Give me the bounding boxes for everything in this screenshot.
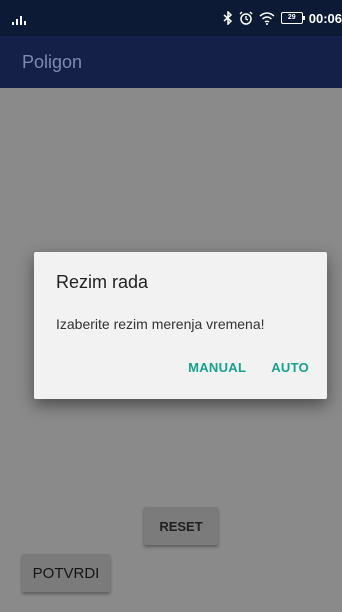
app-bar: Poligon — [0, 36, 342, 88]
wifi-icon — [259, 11, 275, 25]
reset-button[interactable]: RESET — [144, 507, 218, 545]
clock-time: 00:06 — [308, 10, 342, 26]
auto-button[interactable]: AUTO — [271, 360, 309, 375]
alarm-clock-icon — [239, 11, 253, 25]
battery-level: 29 — [287, 14, 296, 21]
manual-button[interactable]: MANUAL — [188, 360, 246, 375]
mode-dialog: Rezim rada Izaberite rezim merenja vreme… — [34, 252, 327, 399]
app-title: Poligon — [22, 51, 83, 72]
signal-bars-icon — [12, 16, 26, 25]
status-bar: 29 00:06 — [0, 0, 342, 36]
dialog-actions: MANUAL AUTO — [188, 360, 309, 375]
battery-icon: 29 — [280, 12, 305, 24]
bluetooth-icon — [223, 11, 232, 25]
dialog-title: Rezim rada — [56, 272, 149, 292]
dialog-message: Izaberite rezim merenja vremena! — [56, 316, 265, 332]
status-icons: 29 00:06 — [223, 0, 342, 36]
confirm-button[interactable]: POTVRDI — [22, 554, 110, 592]
